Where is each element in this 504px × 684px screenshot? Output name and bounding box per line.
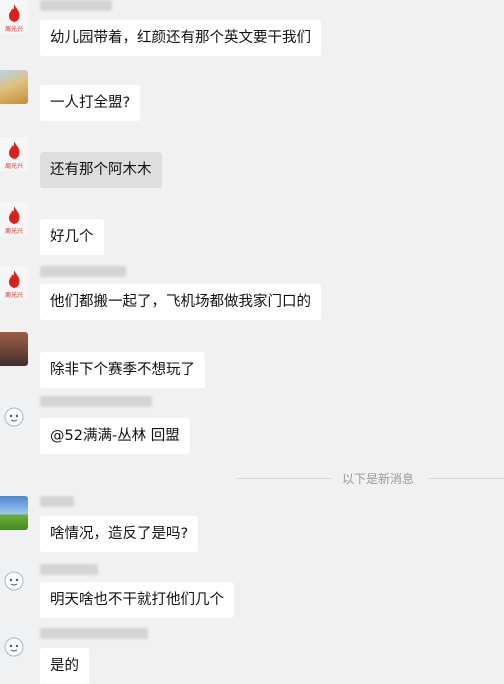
svg-text:周光兴: 周光兴 (5, 291, 23, 299)
fire-logo-icon: 周光兴 (5, 206, 23, 235)
svg-text:周光兴: 周光兴 (5, 162, 23, 170)
message-bubble[interactable]: 是的 (40, 648, 89, 684)
message-bubble[interactable]: 幼儿园带着，红颜还有那个英文要干我们 (40, 20, 321, 56)
fire-logo-avatar[interactable]: 周光兴 (0, 137, 28, 171)
sender-name-blurred (40, 396, 152, 407)
message-bubble[interactable]: @52满满-丛林 回盟 (40, 418, 190, 454)
svg-text:周光兴: 周光兴 (5, 25, 23, 33)
message-bubble[interactable]: 啥情况，造反了是吗? (40, 516, 199, 552)
message-bubble[interactable]: 好几个 (40, 219, 104, 255)
cartoon-avatar[interactable] (0, 630, 28, 664)
fire-logo-avatar[interactable]: 周光兴 (0, 266, 28, 300)
fire-logo-icon: 周光兴 (5, 270, 23, 299)
cartoon-face-icon (4, 407, 24, 427)
sender-name-blurred (40, 0, 112, 11)
fire-logo-icon: 周光兴 (5, 4, 23, 33)
divider-line-left (236, 478, 332, 479)
message-bubble[interactable]: 他们都搬一起了，飞机场都做我家门口的 (40, 284, 321, 320)
sunset-avatar[interactable] (0, 332, 28, 366)
fire-logo-icon: 周光兴 (5, 141, 23, 170)
cartoon-avatar[interactable] (0, 564, 28, 598)
fire-logo-avatar[interactable]: 周光兴 (0, 0, 28, 34)
message-bubble-selected[interactable]: 还有那个阿木木 (40, 152, 162, 188)
svg-text:周光兴: 周光兴 (5, 227, 23, 235)
new-messages-divider: 以下是新消息 (0, 470, 504, 488)
cartoon-avatar[interactable] (0, 400, 28, 434)
new-messages-label: 以下是新消息 (342, 472, 415, 486)
fire-logo-avatar[interactable]: 周光兴 (0, 202, 28, 236)
sender-name-blurred (40, 564, 98, 575)
message-bubble[interactable]: 一人打全盟? (40, 85, 141, 121)
chat-window: { "messages": [ {"avatar": "fire-logo-av… (0, 0, 504, 684)
sender-name-blurred (40, 628, 148, 639)
grass-sky-avatar[interactable] (0, 496, 28, 530)
cartoon-face-icon (4, 571, 24, 591)
message-bubble[interactable]: 除非下个赛季不想玩了 (40, 352, 205, 388)
cartoon-face-icon (4, 637, 24, 657)
sender-name-blurred (40, 266, 126, 277)
message-bubble[interactable]: 明天啥也不干就打他们几个 (40, 582, 234, 618)
divider-line-right (428, 478, 504, 479)
sender-name-blurred (40, 496, 74, 507)
wheat-field-avatar[interactable] (0, 70, 28, 104)
